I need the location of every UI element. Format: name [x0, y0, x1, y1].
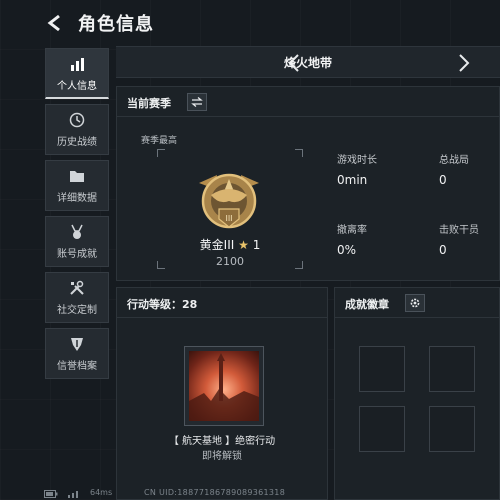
user-uid: CN UID:18877186789089361318: [144, 488, 286, 497]
mode-label: 烽火地带: [283, 56, 332, 70]
star-icon: ★: [238, 238, 249, 252]
sidebar-item-label: 账号成就: [57, 249, 97, 260]
mode-next-button[interactable]: [454, 51, 474, 75]
stat-total-matches: 总战局 0: [439, 155, 469, 187]
gold-rank-badge-icon: III: [199, 173, 259, 229]
header: 角色信息: [0, 0, 500, 46]
badge-slot[interactable]: [359, 346, 405, 392]
season-panel: 当前赛季 赛季最高 III 黄金III ★ 1 2100 游戏时长 0min 总…: [116, 86, 500, 281]
battery-icon: [44, 490, 58, 498]
stat-operators-defeated: 击败干员 0: [439, 225, 479, 257]
stat-extraction-rate: 撤离率 0%: [337, 225, 367, 257]
swap-icon: [191, 97, 203, 107]
action-level-title: 行动等级：28: [127, 298, 198, 311]
badge-slot[interactable]: [429, 346, 475, 392]
tools-icon: [68, 279, 86, 297]
mission-thumbnail[interactable]: [184, 346, 264, 426]
mission-name: 【 航天基地 】绝密行动: [168, 436, 276, 447]
rank-score: 2100: [216, 255, 244, 268]
stat-play-time: 游戏时长 0min: [337, 155, 377, 187]
achievement-settings-button[interactable]: [405, 294, 425, 312]
svg-text:III: III: [225, 214, 232, 223]
shield-icon: [68, 335, 86, 353]
gear-icon: [410, 298, 420, 308]
ping-value: 64ms: [90, 488, 113, 497]
action-panel-header: 行动等级：28: [117, 288, 327, 318]
achievement-title: 成就徽章: [345, 298, 389, 311]
badge-slot[interactable]: [359, 406, 405, 452]
back-button[interactable]: [40, 8, 70, 38]
rank-name: 黄金III ★ 1: [199, 238, 261, 252]
season-panel-header: 当前赛季: [117, 87, 499, 117]
sidebar-item-label: 个人信息: [57, 80, 97, 92]
sidebar-item-history[interactable]: 历史战绩: [45, 104, 109, 155]
sidebar-item-details[interactable]: 详细数据: [45, 160, 109, 211]
sidebar-item-label: 历史战绩: [57, 137, 97, 148]
medal-icon: [68, 223, 86, 241]
sidebar-item-achievements[interactable]: 账号成就: [45, 216, 109, 267]
back-arrow-icon: [47, 14, 60, 32]
signal-icon: [68, 491, 78, 498]
achievement-panel-header: 成就徽章: [335, 288, 499, 318]
mission-image: [189, 351, 259, 421]
season-switch-button[interactable]: [187, 93, 207, 111]
sidebar-item-label: 详细数据: [57, 193, 97, 204]
sidebar-item-social[interactable]: 社交定制: [45, 272, 109, 323]
season-title: 当前赛季: [127, 97, 171, 110]
clock-icon: [68, 111, 86, 129]
bar-chart-icon: [68, 55, 86, 73]
achievement-badges-panel: 成就徽章: [334, 287, 500, 500]
badge-slot[interactable]: [429, 406, 475, 452]
status-footer: 64ms CN UID:18877186789089361318: [44, 488, 500, 500]
season-best-label: 赛季最高: [141, 136, 178, 146]
mode-selector: 烽火地带: [116, 46, 500, 78]
sidebar-item-label: 信誉档案: [57, 361, 97, 372]
mission-status: 即将解锁: [202, 451, 242, 462]
sidebar-item-label: 社交定制: [57, 305, 97, 316]
sidebar-item-personal-info[interactable]: 个人信息: [45, 48, 109, 99]
action-level-panel: 行动等级：28 【 航天基地 】绝密行动 即将解锁: [116, 287, 328, 500]
folder-icon: [68, 167, 86, 185]
rank-display: III 黄金III ★ 1 2100: [157, 149, 303, 269]
sidebar-item-reputation[interactable]: 信誉档案: [45, 328, 109, 379]
page-title: 角色信息: [78, 14, 154, 35]
chevron-right-icon: [459, 54, 470, 72]
sidebar: 个人信息 历史战绩 详细数据 账号成就 社交定制 信誉档案: [45, 48, 109, 384]
